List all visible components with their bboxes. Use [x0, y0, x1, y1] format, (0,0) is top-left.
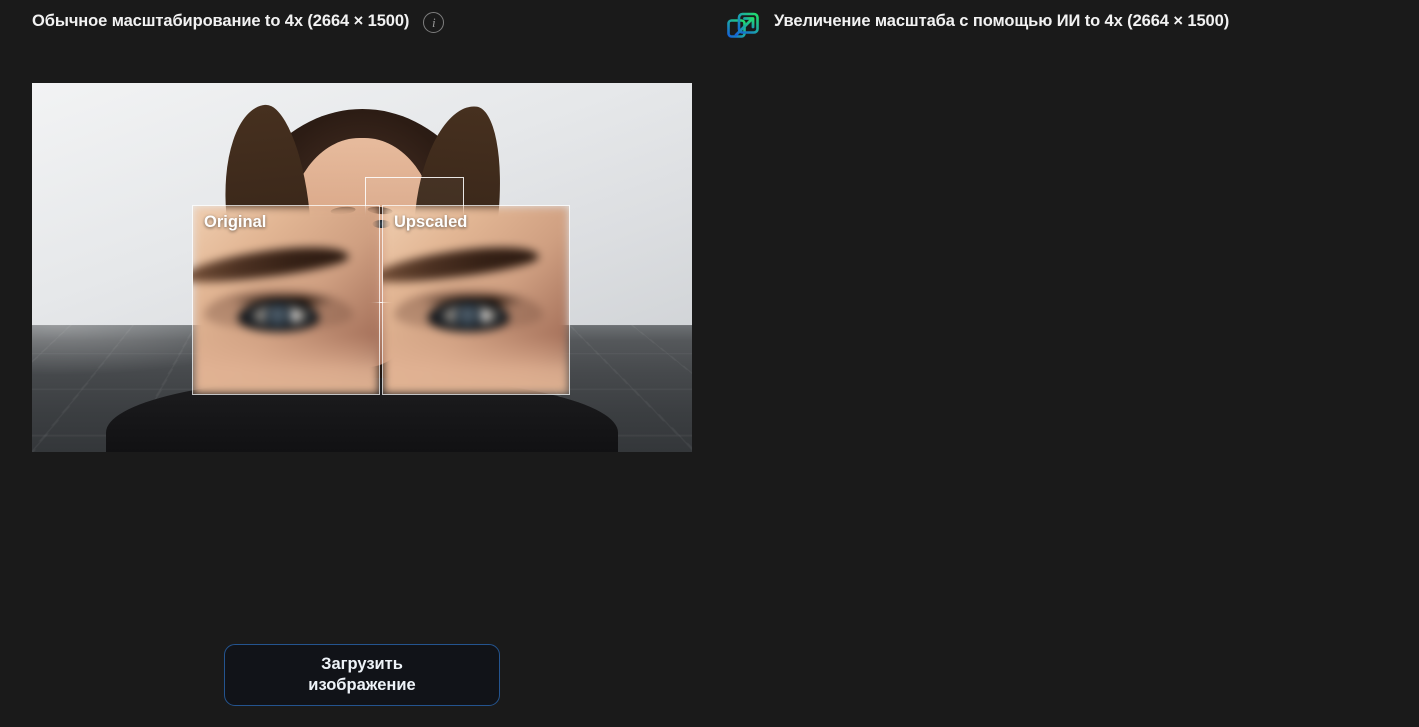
comparison-page: Обычное масштабирование to 4x (2664 × 15… — [0, 0, 1419, 727]
upscale-arrow-icon — [726, 11, 760, 45]
left-panel-header: Обычное масштабирование to 4x (2664 × 15… — [32, 10, 632, 33]
inset-label-upscaled: Upscaled — [394, 213, 468, 231]
upload-image-button-left[interactable]: Загрузить изображение — [224, 644, 500, 706]
right-panel-header: Увеличение масштаба с помощью ИИ to 4x (… — [726, 10, 1386, 45]
left-photo: Original Upscaled — [32, 83, 692, 452]
left-panel: Обычное масштабирование to 4x (2664 × 15… — [0, 0, 710, 727]
inset-original: Original — [192, 205, 380, 395]
info-icon[interactable]: i — [423, 12, 445, 33]
inset-label-original: Original — [204, 213, 267, 231]
left-panel-title: Обычное масштабирование to 4x (2664 × 15… — [32, 12, 410, 30]
right-panel: Увеличение масштаба с помощью ИИ to 4x (… — [710, 0, 1419, 727]
left-inset-group: Original Upscaled — [192, 205, 570, 395]
inset-upscaled: Upscaled — [382, 205, 570, 395]
right-panel-title: Увеличение масштаба с помощью ИИ to 4x (… — [774, 12, 1230, 30]
